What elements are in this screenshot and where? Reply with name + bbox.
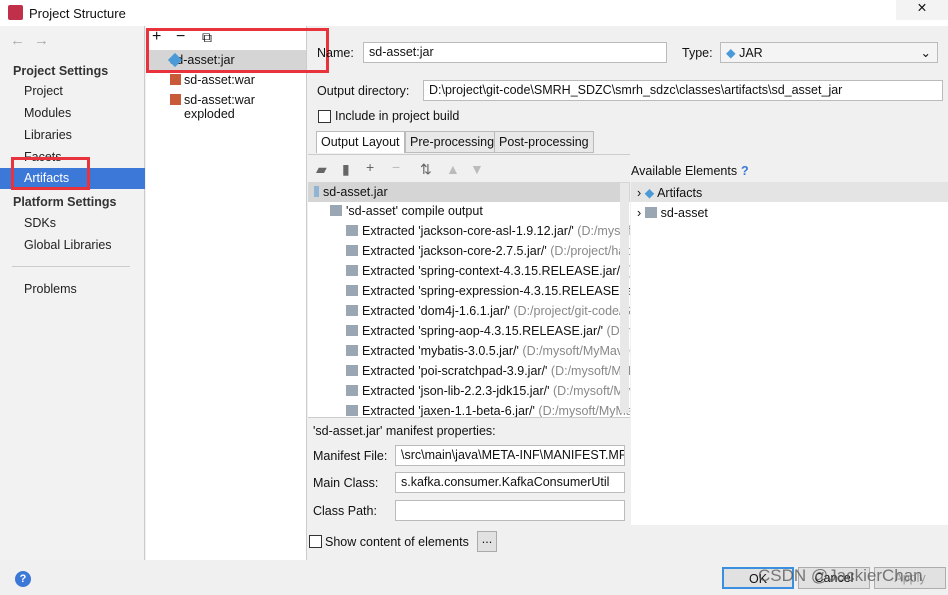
watermark: CSDN @JackierChan bbox=[758, 566, 923, 585]
chevron-down-icon: ⌄ bbox=[920, 46, 931, 60]
title-bar: Project Structure ✕ bbox=[0, 0, 948, 26]
extracted-icon bbox=[346, 365, 358, 376]
tree-scrollbar[interactable] bbox=[620, 183, 629, 413]
tree-row[interactable]: Extracted 'json-lib-2.2.3-jdk15.jar/' (D… bbox=[308, 382, 630, 402]
artifact-item-war[interactable]: sd-asset:war bbox=[184, 73, 255, 87]
layout-toolbar: ▰ ▮ + − ⇅ ▲ ▼ bbox=[308, 154, 630, 182]
tab-output-layout[interactable]: Output Layout bbox=[316, 131, 405, 153]
output-layout-tree: sd-asset.jar 'sd-asset' compile output E… bbox=[308, 182, 630, 417]
extracted-icon bbox=[346, 305, 358, 316]
help-icon[interactable]: ? bbox=[741, 164, 749, 178]
tab-post-processing[interactable]: Post-processing bbox=[494, 131, 594, 153]
name-label: Name: bbox=[317, 46, 354, 60]
main-class-input[interactable]: s.kafka.consumer.KafkaConsumerUtil bbox=[395, 472, 625, 493]
project-settings-heading: Project Settings bbox=[13, 64, 109, 78]
type-select[interactable]: ◆ JAR ⌄ bbox=[720, 42, 938, 63]
manifest-file-input[interactable]: \src\main\java\META-INF\MANIFEST.MF bbox=[395, 445, 625, 466]
add-icon[interactable]: + bbox=[366, 159, 374, 175]
divider bbox=[12, 266, 130, 267]
tree-row[interactable]: Extracted 'spring-context-4.3.15.RELEASE… bbox=[308, 262, 630, 282]
extracted-icon bbox=[346, 265, 358, 276]
tree-row[interactable]: Extracted 'mybatis-3.0.5.jar/' (D:/mysof… bbox=[308, 342, 630, 362]
sidebar-item-sdks[interactable]: SDKs bbox=[24, 216, 56, 230]
help-button[interactable]: ? bbox=[15, 571, 31, 587]
artifact-item-war-exploded[interactable]: sd-asset:war exploded bbox=[184, 93, 306, 121]
manifest-file-label: Manifest File: bbox=[313, 449, 388, 463]
platform-settings-heading: Platform Settings bbox=[13, 195, 117, 209]
class-path-input[interactable] bbox=[395, 500, 625, 521]
available-item-artifacts[interactable]: › ◆ Artifacts bbox=[631, 182, 948, 202]
tree-row[interactable]: Extracted 'spring-expression-4.3.15.RELE… bbox=[308, 282, 630, 302]
annotation-box bbox=[11, 157, 90, 190]
tree-row[interactable]: 'sd-asset' compile output bbox=[308, 202, 630, 222]
sidebar-item-problems[interactable]: Problems bbox=[24, 282, 77, 296]
class-path-label: Class Path: bbox=[313, 504, 377, 518]
tree-root[interactable]: sd-asset.jar bbox=[308, 182, 630, 202]
tree-row[interactable]: Extracted 'spring-aop-4.3.15.RELEASE.jar… bbox=[308, 322, 630, 342]
new-directory-icon[interactable]: ▰ bbox=[316, 161, 327, 178]
tree-row[interactable]: Extracted 'poi-scratchpad-3.9.jar/' (D:/… bbox=[308, 362, 630, 382]
output-directory-input[interactable]: D:\project\git-code\SMRH_SDZC\smrh_sdzc\… bbox=[423, 80, 943, 101]
include-checkbox[interactable] bbox=[318, 110, 331, 123]
tree-row[interactable]: Extracted 'jackson-core-2.7.5.jar/' (D:/… bbox=[308, 242, 630, 262]
output-directory-label: Output directory: bbox=[317, 84, 410, 98]
back-button[interactable]: ← bbox=[10, 32, 25, 49]
move-down-icon[interactable]: ▼ bbox=[470, 161, 484, 177]
sidebar-item-libraries[interactable]: Libraries bbox=[24, 128, 72, 142]
extracted-icon bbox=[346, 245, 358, 256]
window-title: Project Structure bbox=[29, 6, 126, 21]
extracted-icon bbox=[346, 385, 358, 396]
available-item-sd-asset[interactable]: › sd-asset bbox=[631, 203, 708, 220]
extracted-icon bbox=[346, 325, 358, 336]
extracted-icon bbox=[346, 225, 358, 236]
manifest-panel: 'sd-asset.jar' manifest properties: Mani… bbox=[308, 417, 630, 525]
available-title: Available Elements bbox=[631, 164, 738, 178]
folder-icon bbox=[330, 205, 342, 216]
archive-icon[interactable]: ▮ bbox=[342, 161, 350, 178]
main-class-label: Main Class: bbox=[313, 476, 379, 490]
sort-icon[interactable]: ⇅ bbox=[420, 161, 432, 178]
sidebar-item-modules[interactable]: Modules bbox=[24, 106, 71, 120]
tab-pre-processing[interactable]: Pre-processing bbox=[405, 131, 500, 153]
extracted-icon bbox=[346, 345, 358, 356]
type-label: Type: bbox=[682, 46, 713, 60]
move-up-icon[interactable]: ▲ bbox=[446, 161, 460, 177]
close-button[interactable]: ✕ bbox=[896, 0, 948, 20]
sidebar-item-global-libraries[interactable]: Global Libraries bbox=[24, 238, 112, 252]
tree-row[interactable]: Extracted 'jaxen-1.1-beta-6.jar/' (D:/my… bbox=[308, 402, 630, 417]
include-label: Include in project build bbox=[335, 109, 460, 123]
forward-button[interactable]: → bbox=[34, 32, 49, 49]
annotation-box bbox=[146, 28, 329, 73]
artifact-list: + − ⧉ sd-asset:jar sd-asset:war sd-asset… bbox=[146, 26, 307, 560]
show-content-options-button[interactable]: ... bbox=[477, 531, 497, 552]
show-content-label: Show content of elements bbox=[325, 535, 469, 549]
sidebar: ← → Project Settings Project Modules Lib… bbox=[0, 26, 145, 560]
app-icon bbox=[8, 5, 23, 20]
manifest-title: 'sd-asset.jar' manifest properties: bbox=[313, 424, 496, 438]
extracted-icon bbox=[346, 405, 358, 416]
tree-row[interactable]: Extracted 'jackson-core-asl-1.9.12.jar/'… bbox=[308, 222, 630, 242]
show-content-checkbox[interactable] bbox=[309, 535, 322, 548]
available-elements: Available Elements ? › ◆ Artifacts › sd-… bbox=[631, 164, 948, 525]
sidebar-item-project[interactable]: Project bbox=[24, 84, 63, 98]
remove-icon[interactable]: − bbox=[392, 159, 400, 175]
name-input[interactable]: sd-asset:jar bbox=[363, 42, 667, 63]
war-exploded-icon bbox=[170, 94, 181, 105]
war-icon bbox=[170, 74, 181, 85]
extracted-icon bbox=[346, 285, 358, 296]
tree-row[interactable]: Extracted 'dom4j-1.6.1.jar/' (D:/project… bbox=[308, 302, 630, 322]
